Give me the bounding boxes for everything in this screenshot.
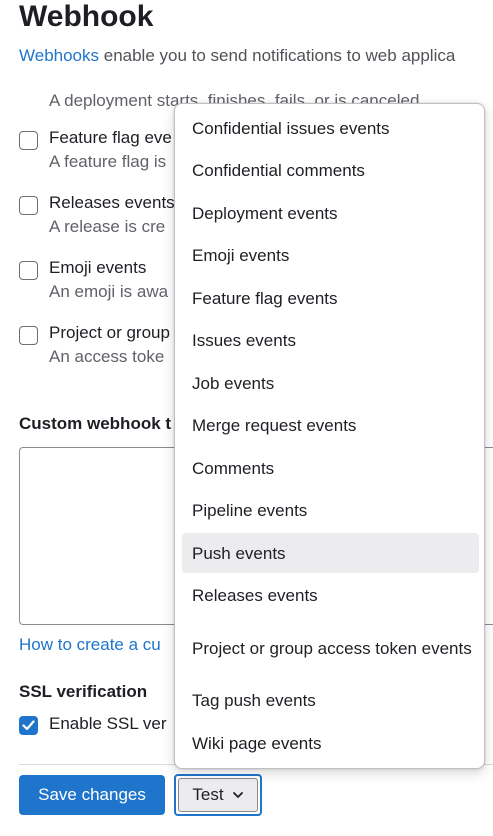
feature-flag-help: A feature flag is [49,152,167,171]
dropdown-item-confidential-issues[interactable]: Confidential issues events [182,108,479,148]
dropdown-item-feature-flag[interactable]: Feature flag events [182,278,479,318]
dropdown-item-job[interactable]: Job events [182,363,479,403]
page-title: Webhook [19,0,154,33]
emoji-checkbox[interactable] [19,261,38,280]
intro-text: enable you to send notifications to web … [99,46,456,65]
dropdown-item-push[interactable]: Push events [182,533,479,573]
releases-label: Releases events [49,193,175,212]
dropdown-item-issues[interactable]: Issues events [182,320,479,360]
chevron-down-icon [232,792,243,798]
emoji-label: Emoji events [49,258,147,277]
custom-template-help-link[interactable]: How to create a cu [19,635,161,655]
releases-checkbox[interactable] [19,196,38,215]
releases-help: A release is cre [49,217,166,236]
enable-ssl-checkbox[interactable] [19,716,38,735]
dropdown-item-access-token[interactable]: Project or group access token events [182,622,479,674]
checkmark-icon [22,720,35,731]
dropdown-item-tag-push[interactable]: Tag push events [182,680,479,720]
enable-ssl-label: Enable SSL ver [49,714,167,733]
webhooks-doc-link[interactable]: Webhooks [19,46,99,65]
dropdown-item-deployment[interactable]: Deployment events [182,193,479,233]
access-token-label: Project or group [49,323,170,342]
dropdown-item-emoji[interactable]: Emoji events [182,235,479,275]
test-events-dropdown: Confidential issues events Confidential … [174,103,485,769]
dropdown-item-wiki-page[interactable]: Wiki page events [182,723,479,763]
test-dropdown-button[interactable]: Test [174,774,262,816]
dropdown-item-comments[interactable]: Comments [182,448,479,488]
feature-flag-checkbox[interactable] [19,131,38,150]
custom-template-label: Custom webhook t [19,414,172,433]
save-changes-button[interactable]: Save changes [19,775,165,815]
feature-flag-label: Feature flag eve [49,128,172,147]
access-token-help: An access toke [49,347,165,366]
webhook-settings-page: Webhook Webhooks enable you to send noti… [0,0,493,836]
dropdown-item-merge-request[interactable]: Merge request events [182,405,479,445]
dropdown-item-pipeline[interactable]: Pipeline events [182,490,479,530]
access-token-checkbox[interactable] [19,326,38,345]
ssl-verification-label: SSL verification [19,682,148,701]
dropdown-item-releases[interactable]: Releases events [182,575,479,615]
test-button-inner: Test [178,778,258,812]
test-button-label: Test [192,785,224,804]
dropdown-item-confidential-comments[interactable]: Confidential comments [182,150,479,190]
page-intro: Webhooks enable you to send notification… [19,46,455,66]
emoji-help: An emoji is awa [49,282,169,301]
